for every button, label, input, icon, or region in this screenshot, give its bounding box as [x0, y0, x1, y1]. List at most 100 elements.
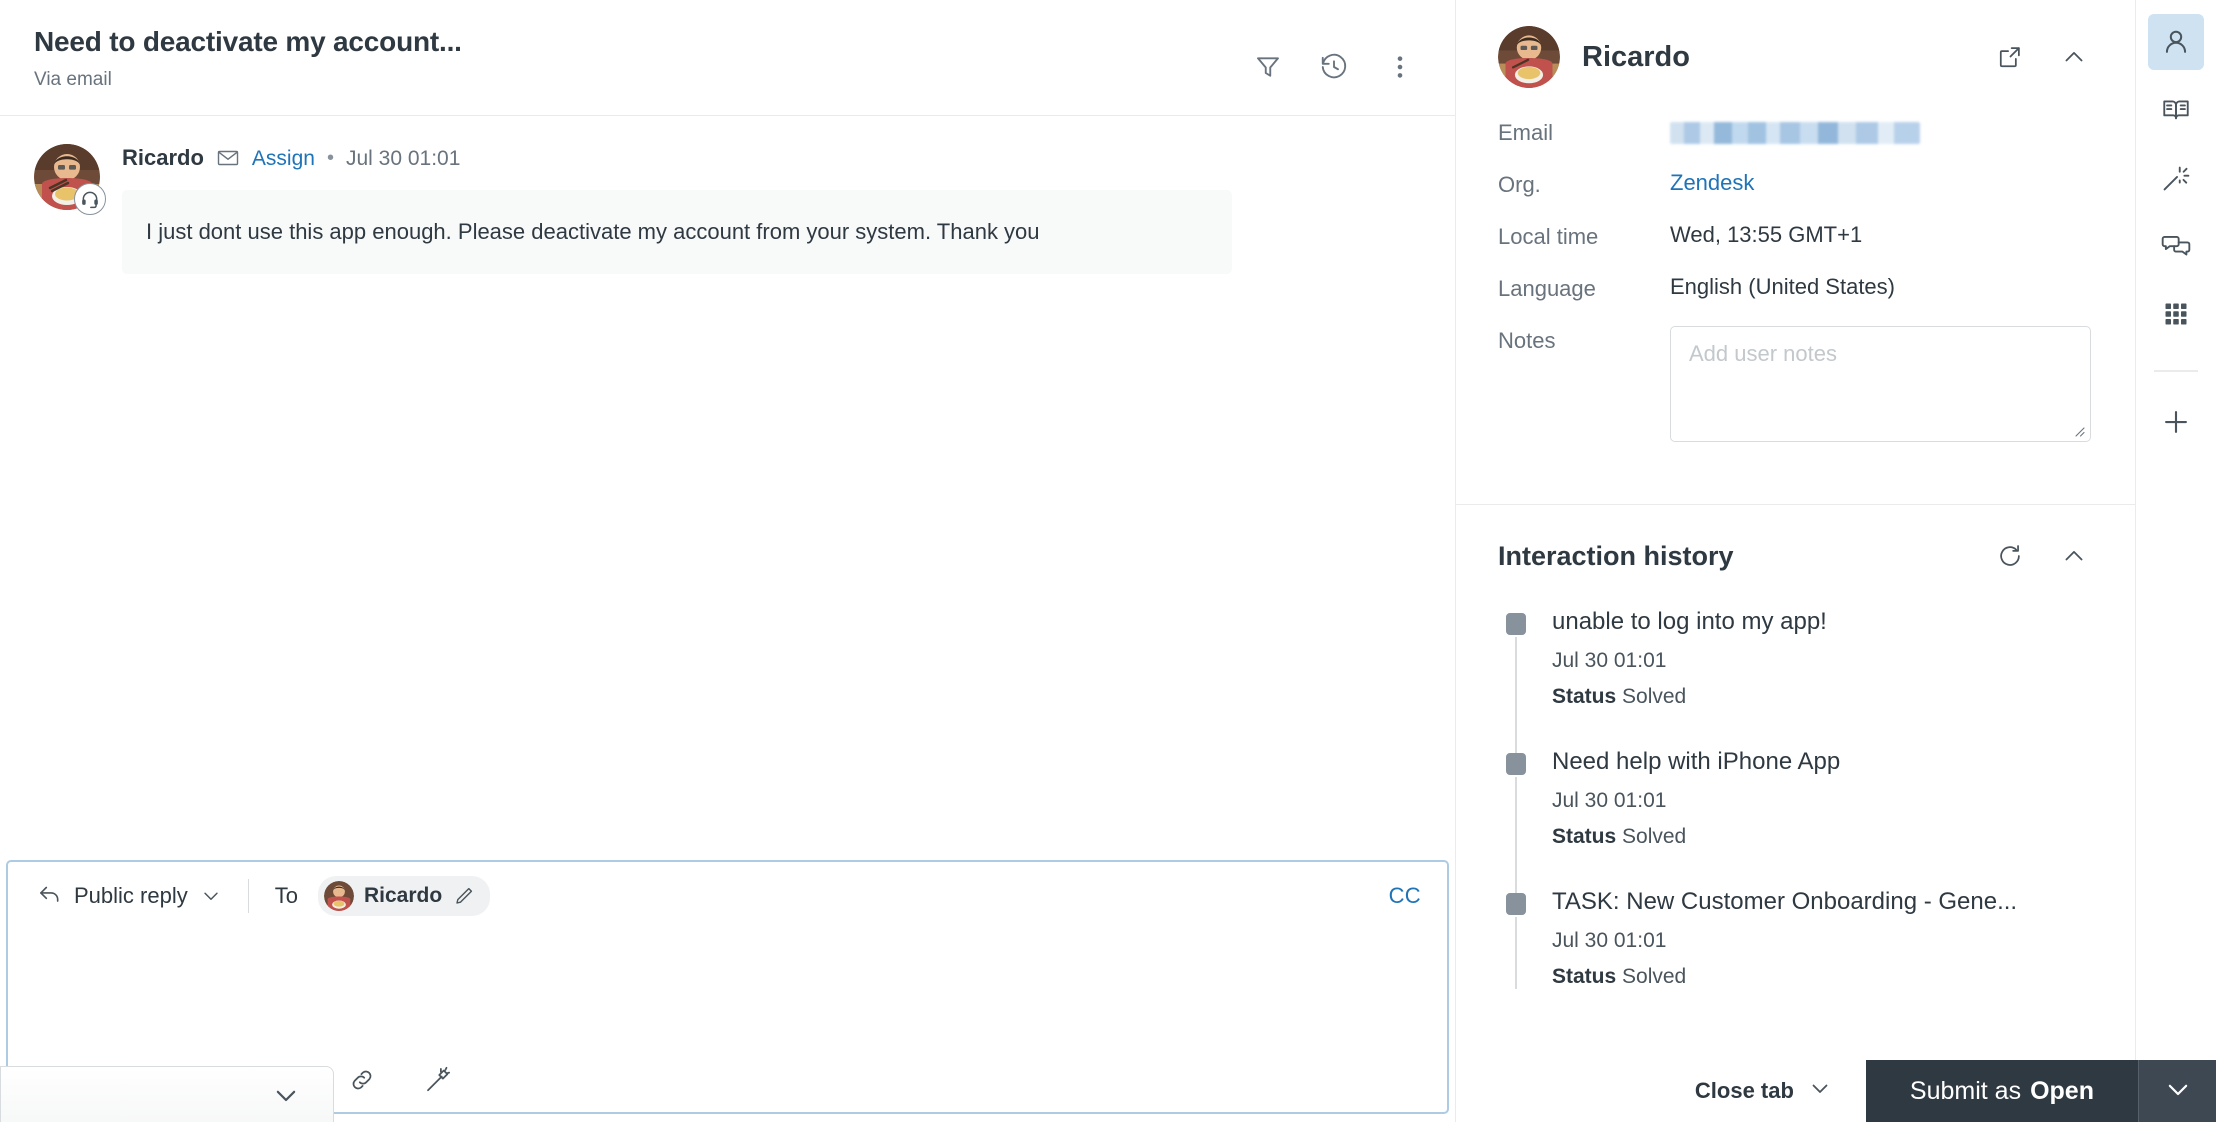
reply-type-label: Public reply — [74, 883, 188, 908]
comment-meta: Ricardo Assign • Jul 30 01:01 — [122, 146, 1421, 170]
timeline-connector — [1515, 777, 1517, 895]
status-value: Solved — [1622, 965, 1687, 988]
cc-button[interactable]: CC — [1389, 883, 1421, 909]
interaction-history-header: Interaction history — [1498, 539, 2091, 573]
list-item[interactable]: Need help with iPhone App Jul 30 01:01 S… — [1498, 747, 2091, 895]
recipient-pill[interactable]: Ricardo — [317, 876, 491, 916]
field-org: Org. Zendesk — [1498, 170, 2091, 198]
org-link[interactable]: Zendesk — [1670, 170, 1754, 196]
bottom-right-actions: Close tab Submit as Open — [1661, 1060, 2216, 1122]
submit-state: Open — [2030, 1076, 2094, 1105]
edit-pencil-icon[interactable] — [452, 884, 476, 908]
chevron-up-icon[interactable] — [2057, 539, 2091, 573]
list-item[interactable]: TASK: New Customer Onboarding - Gene... … — [1498, 887, 2091, 989]
rail-item-user[interactable] — [2148, 14, 2204, 70]
field-label: Local time — [1498, 224, 1599, 249]
recipient-name: Ricardo — [363, 884, 443, 907]
comment-body: Ricardo Assign • Jul 30 01:01 I just don… — [122, 144, 1421, 274]
history-icon[interactable] — [1313, 46, 1355, 88]
filter-icon[interactable] — [1247, 46, 1289, 88]
field-language: Language English (United States) — [1498, 274, 2091, 302]
headset-icon — [74, 183, 106, 215]
status-value: Solved — [1622, 685, 1687, 708]
reply-type-selector[interactable]: Public reply — [36, 881, 222, 912]
user-avatar[interactable] — [1498, 26, 1560, 88]
interaction-title: TASK: New Customer Onboarding - Gene... — [1552, 888, 2018, 915]
list-item[interactable]: unable to log into my app! Jul 30 01:01 … — [1498, 607, 2091, 755]
interaction-history-title: Interaction history — [1498, 540, 1734, 571]
field-local-time: Local time Wed, 13:55 GMT+1 — [1498, 222, 2091, 250]
ticket-header: Need to deactivate my account... Via ema… — [0, 0, 1455, 116]
comment-text: I just dont use this app enough. Please … — [122, 190, 1232, 274]
interaction-status: Status Solved — [1552, 685, 2091, 709]
external-link-icon[interactable] — [1993, 40, 2027, 74]
timeline-connector — [1515, 637, 1517, 755]
user-card: Ricardo Email Org. Zendesk Local time We… — [1456, 0, 2135, 504]
timeline-connector — [1515, 917, 1517, 989]
timeline-marker-icon — [1506, 613, 1526, 635]
meta-separator: • — [326, 147, 334, 169]
field-label: Language — [1498, 276, 1596, 301]
conversation-list: Ricardo Assign • Jul 30 01:01 I just don… — [0, 116, 1455, 860]
user-fields: Email Org. Zendesk Local time Wed, 13:55… — [1498, 118, 2091, 442]
reply-input[interactable] — [36, 944, 1419, 1034]
chevron-down-icon[interactable] — [271, 1080, 301, 1115]
composer-divider — [247, 879, 249, 913]
plus-icon[interactable] — [2148, 394, 2204, 450]
field-label: Notes — [1498, 328, 1556, 353]
resize-grip-icon[interactable] — [2071, 423, 2085, 437]
notes-box[interactable] — [1670, 326, 2091, 442]
rail-item-apps[interactable] — [2148, 286, 2204, 342]
comment-item: Ricardo Assign • Jul 30 01:01 I just don… — [34, 144, 1421, 274]
close-tab-button[interactable]: Close tab — [1661, 1060, 1866, 1122]
right-icon-rail — [2136, 0, 2216, 1122]
field-label: Org. — [1498, 172, 1541, 197]
ticket-workspace: Need to deactivate my account... Via ema… — [0, 0, 2216, 1122]
recipient-avatar — [323, 881, 354, 911]
chevron-down-icon — [200, 885, 222, 907]
interaction-status: Status Solved — [1552, 825, 2091, 849]
status-label: Status — [1552, 685, 1617, 708]
interaction-history-actions — [1993, 539, 2091, 573]
timeline-marker-icon — [1506, 753, 1526, 775]
user-card-header: Ricardo — [1498, 26, 2091, 88]
rail-item-conversations[interactable] — [2148, 218, 2204, 274]
chevron-down-icon — [2163, 1074, 2193, 1109]
more-vertical-icon[interactable] — [1379, 46, 1421, 88]
user-card-actions — [1993, 40, 2091, 74]
status-label: Status — [1552, 965, 1617, 988]
reply-arrow-icon — [36, 881, 62, 912]
assign-link[interactable]: Assign — [252, 148, 315, 169]
email-redacted-value — [1670, 122, 1920, 144]
interaction-title: Need help with iPhone App — [1552, 748, 1841, 775]
comment-timestamp: Jul 30 01:01 — [345, 146, 461, 170]
submit-button[interactable]: Submit as Open — [1865, 1060, 2138, 1122]
rail-divider — [2154, 370, 2198, 372]
bottom-left-panel[interactable] — [0, 1066, 334, 1122]
field-notes: Notes — [1498, 326, 2091, 442]
to-label: To — [274, 883, 298, 908]
interaction-date: Jul 30 01:01 — [1552, 649, 1667, 672]
comment-author: Ricardo — [122, 145, 204, 170]
avatar[interactable] — [34, 144, 106, 215]
chevron-up-icon[interactable] — [2057, 40, 2091, 74]
refresh-icon[interactable] — [1993, 539, 2027, 573]
ai-wand-icon[interactable] — [418, 1060, 458, 1100]
ticket-header-text: Need to deactivate my account... Via ema… — [34, 24, 462, 91]
language-value: English (United States) — [1670, 274, 1895, 299]
notes-input[interactable] — [1689, 341, 2072, 427]
status-value: Solved — [1622, 825, 1687, 848]
link-icon[interactable] — [342, 1060, 382, 1100]
rail-item-magic-wand[interactable] — [2148, 150, 2204, 206]
ticket-header-actions — [1247, 46, 1421, 88]
rail-item-knowledge[interactable] — [2148, 82, 2204, 138]
submit-prefix: Submit as — [1909, 1076, 2022, 1105]
interaction-date: Jul 30 01:01 — [1552, 929, 1667, 952]
chevron-down-icon — [1808, 1076, 1832, 1106]
page-title: Need to deactivate my account... — [34, 26, 462, 57]
interaction-timeline: unable to log into my app! Jul 30 01:01 … — [1498, 607, 2091, 989]
composer-header: Public reply To Ricardo CC — [8, 862, 1447, 930]
submit-dropdown-button[interactable] — [2138, 1060, 2216, 1122]
field-email: Email — [1498, 118, 2091, 146]
interaction-status: Status Solved — [1552, 965, 2091, 989]
